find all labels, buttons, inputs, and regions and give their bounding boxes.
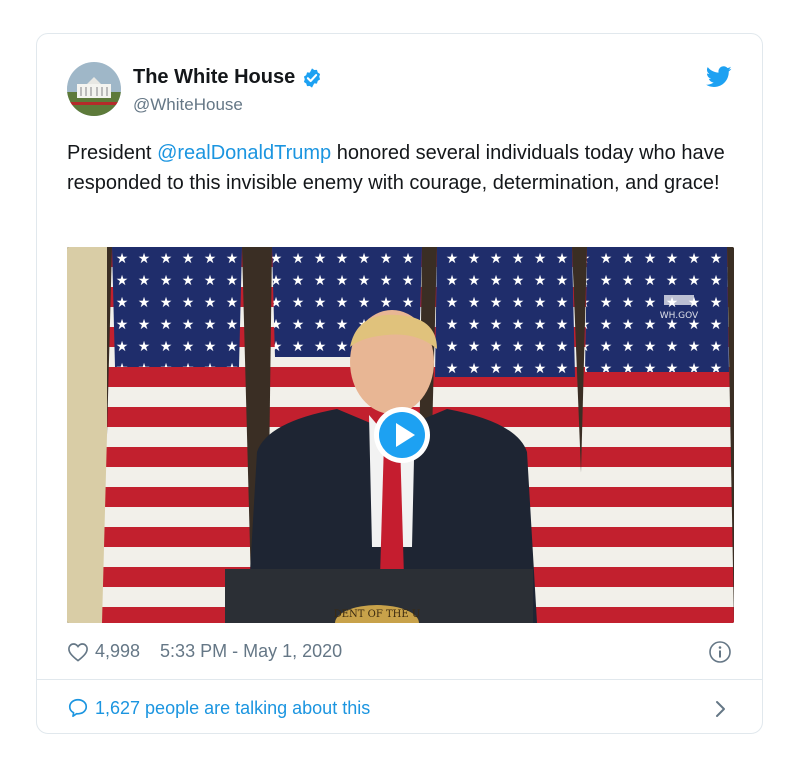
tweet-text-before: President: [67, 142, 158, 164]
flag-4: [577, 247, 734, 623]
avatar[interactable]: [67, 62, 121, 116]
flag-1: [102, 247, 252, 623]
like-count[interactable]: 4,998: [95, 641, 140, 662]
timestamp[interactable]: 5:33 PM - May 1, 2020: [160, 641, 342, 662]
tweet-card[interactable]: The White House @WhiteHouse President @r…: [36, 33, 763, 734]
seal-text: DENT OF THE U: [334, 609, 421, 620]
account-handle[interactable]: @WhiteHouse: [133, 95, 243, 115]
account-name[interactable]: The White House: [133, 66, 295, 89]
tweet-text: President @realDonaldTrump honored sever…: [67, 138, 747, 198]
account-name-row[interactable]: The White House: [133, 66, 323, 89]
wh-watermark: WH.GOV: [660, 311, 699, 321]
mention-link[interactable]: @realDonaldTrump: [157, 142, 331, 164]
tweet-meta: 4,998 5:33 PM - May 1, 2020: [67, 641, 342, 662]
info-icon[interactable]: [708, 640, 732, 664]
conversation-link[interactable]: 1,627 people are talking about this: [67, 697, 370, 719]
heart-icon[interactable]: [67, 642, 89, 662]
reply-bubble-icon: [68, 698, 88, 718]
play-icon[interactable]: [372, 405, 432, 465]
chevron-right-icon[interactable]: [714, 698, 728, 720]
conversation-label[interactable]: 1,627 people are talking about this: [95, 698, 370, 719]
video-player[interactable]: ★: [67, 247, 734, 623]
twitter-bird-icon[interactable]: [706, 66, 732, 88]
verified-badge-icon: [304, 67, 321, 88]
divider: [37, 679, 762, 680]
